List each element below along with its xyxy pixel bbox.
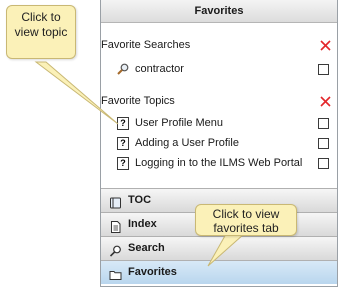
callout-topic-text: Click to view topic bbox=[14, 10, 68, 39]
callout-favorites-tab: Click to view favorites tab bbox=[195, 204, 297, 236]
callout-topic: Click to view topic bbox=[6, 5, 76, 59]
callout-favorites-tab-text: Click to view favorites tab bbox=[212, 207, 280, 235]
